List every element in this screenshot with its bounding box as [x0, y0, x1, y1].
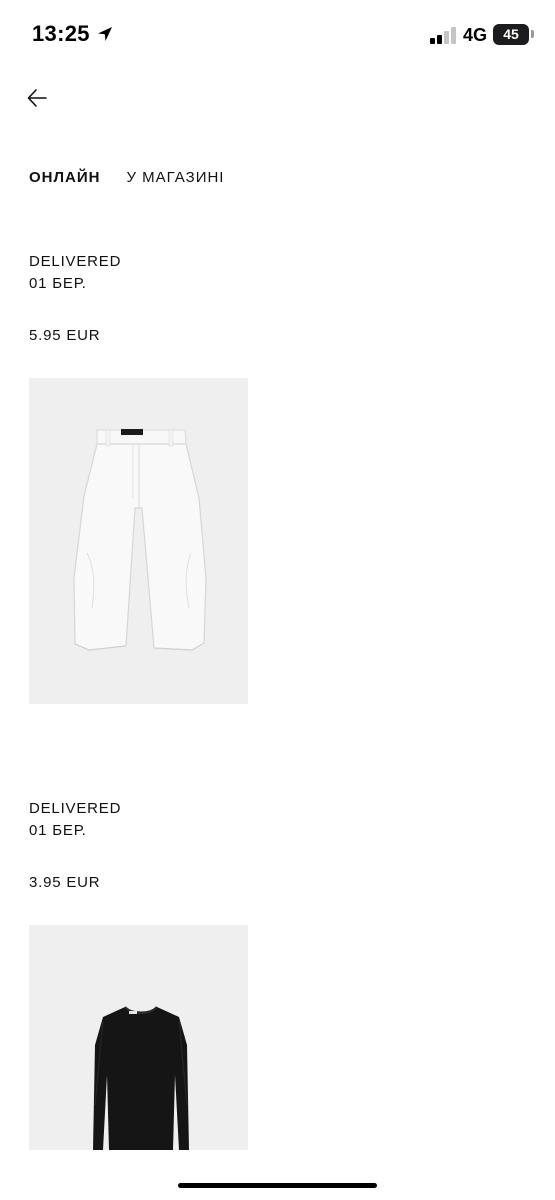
product-image[interactable]: [29, 378, 248, 704]
white-trousers-icon: [29, 378, 248, 704]
signal-strength-icon: [430, 26, 456, 44]
order-status: DELIVERED: [29, 800, 122, 817]
order-date: 01 БЕР.: [29, 275, 87, 292]
battery-cap: [531, 30, 534, 38]
tab-in-store[interactable]: У МАГАЗИНІ: [126, 169, 224, 191]
back-arrow-icon[interactable]: [24, 84, 52, 112]
status-time: 13:25: [32, 21, 90, 46]
order-price: 5.95 EUR: [29, 327, 101, 344]
product-image[interactable]: [29, 925, 248, 1150]
home-indicator: [178, 1183, 377, 1188]
order-price: 3.95 EUR: [29, 874, 101, 891]
order-status: DELIVERED: [29, 253, 122, 270]
battery-icon: 45: [493, 24, 529, 45]
network-type: 4G: [463, 25, 488, 45]
order-tabs: ОНЛАЙН У МАГАЗИНІ: [29, 169, 224, 191]
black-long-sleeve-top-icon: [29, 925, 248, 1150]
status-bar: 13:25 4G 45: [0, 0, 555, 70]
tab-online[interactable]: ОНЛАЙН: [29, 169, 100, 191]
battery-level: 45: [503, 26, 519, 42]
location-arrow-icon: [98, 27, 112, 41]
order-date: 01 БЕР.: [29, 822, 87, 839]
